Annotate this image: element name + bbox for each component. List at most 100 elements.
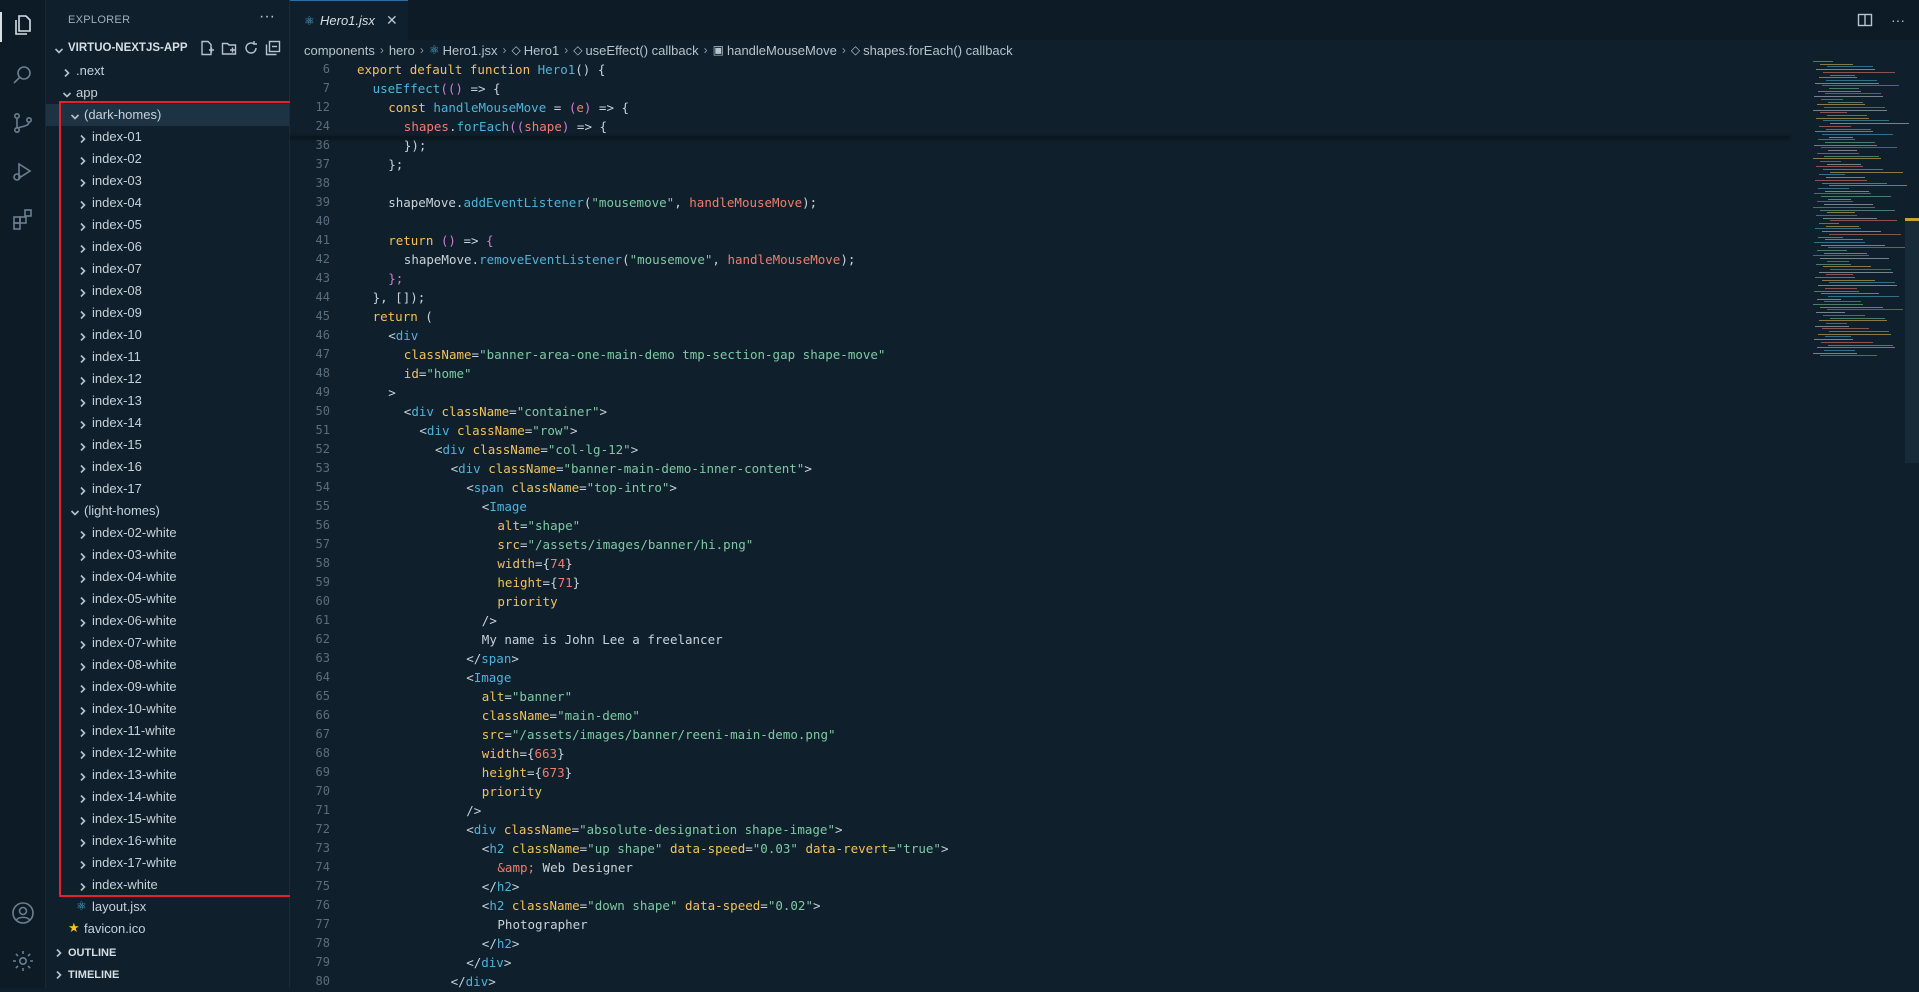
code-token: </: [481, 879, 497, 894]
code-text: alt="banner": [482, 689, 572, 704]
source-control-icon[interactable]: [10, 110, 36, 136]
minimap-line: [1827, 309, 1903, 311]
tree-item[interactable]: index-11-white: [46, 720, 289, 742]
breadcrumb-item[interactable]: useEffect() callback: [585, 43, 698, 58]
tree-item[interactable]: index-01: [46, 126, 289, 148]
code-text: shapes.forEach((shape) => {: [404, 119, 607, 134]
code-line: 47 className="banner-area-one-main-demo t…: [290, 346, 1790, 365]
tree-item[interactable]: index-12: [46, 368, 289, 390]
tree-item[interactable]: index-10-white: [46, 698, 289, 720]
chevron-right-icon: [78, 792, 88, 807]
new-file-icon[interactable]: [199, 40, 215, 56]
tree-item[interactable]: index-white: [46, 874, 289, 896]
code-token: => {: [569, 119, 608, 134]
code-token: (): [440, 233, 456, 248]
code-token: "/assets/images/banner/reeni-main-demo.p…: [511, 727, 836, 742]
minimap-line: [1817, 201, 1853, 203]
breadcrumb-item[interactable]: Hero1.jsx: [443, 43, 498, 58]
tree-item[interactable]: index-05-white: [46, 588, 289, 610]
tree-item[interactable]: index-06: [46, 236, 289, 258]
tree-item-label: index-15: [92, 437, 142, 452]
tree-item[interactable]: index-04: [46, 192, 289, 214]
tree-item[interactable]: index-07: [46, 258, 289, 280]
minimap-line: [1819, 77, 1857, 79]
minimap[interactable]: [1807, 61, 1919, 381]
line-number: 6: [322, 62, 330, 76]
collapse-all-icon[interactable]: [265, 40, 281, 56]
tree-item[interactable]: index-15-white: [46, 808, 289, 830]
more-actions-icon[interactable]: ···: [259, 8, 275, 26]
code-text: <div className="container">: [404, 404, 607, 419]
tree-item[interactable]: index-16-white: [46, 830, 289, 852]
tree-item[interactable]: app: [46, 82, 289, 104]
minimap-line: [1820, 63, 1853, 65]
project-root-row[interactable]: VIRTUO-NEXTJS-APP: [46, 38, 289, 60]
minimap-line: [1813, 352, 1857, 354]
section-timeline[interactable]: TIMELINE: [46, 964, 289, 986]
tree-item[interactable]: ⚛ layout.jsx: [46, 896, 289, 918]
chevron-right-icon: ›: [379, 43, 384, 57]
code-token: ): [455, 81, 463, 96]
tree-item[interactable]: index-09-white: [46, 676, 289, 698]
tree-item[interactable]: ★ favicon.ico: [46, 918, 289, 940]
section-outline[interactable]: OUTLINE: [46, 942, 289, 964]
refresh-icon[interactable]: [243, 40, 259, 56]
tree-item-label: index-16: [92, 459, 142, 474]
close-icon[interactable]: ✕: [386, 12, 398, 29]
tree-item[interactable]: index-17: [46, 478, 289, 500]
tree-item[interactable]: index-06-white: [46, 610, 289, 632]
tree-item[interactable]: .next: [46, 60, 289, 82]
minimap-line: [1828, 150, 1857, 152]
tab-hero1[interactable]: ⚛ Hero1.jsx ✕: [290, 0, 408, 41]
scrollbar-thumb[interactable]: [1905, 218, 1919, 463]
search-icon[interactable]: [10, 62, 36, 88]
tree-item[interactable]: index-04-white: [46, 566, 289, 588]
tree-item[interactable]: index-13-white: [46, 764, 289, 786]
breadcrumb-item[interactable]: components: [304, 43, 375, 58]
tree-item[interactable]: index-13: [46, 390, 289, 412]
tree-item[interactable]: index-08: [46, 280, 289, 302]
breadcrumb-item[interactable]: Hero1: [524, 43, 559, 58]
tree-item[interactable]: index-02: [46, 148, 289, 170]
tree-item[interactable]: index-09: [46, 302, 289, 324]
tree-item[interactable]: index-10: [46, 324, 289, 346]
tree-item[interactable]: index-03: [46, 170, 289, 192]
run-debug-icon[interactable]: [10, 158, 36, 184]
code-token: >: [804, 461, 812, 476]
tree-item[interactable]: index-02-white: [46, 522, 289, 544]
account-icon[interactable]: [10, 900, 36, 926]
minimap-line: [1821, 196, 1891, 197]
explorer-files-icon[interactable]: [10, 12, 36, 38]
breadcrumb-item[interactable]: hero: [389, 43, 415, 58]
tree-item[interactable]: (light-homes): [46, 500, 289, 522]
line-number: 40: [315, 214, 330, 228]
tree-item[interactable]: index-05: [46, 214, 289, 236]
tree-item[interactable]: index-08-white: [46, 654, 289, 676]
tree-item[interactable]: index-12-white: [46, 742, 289, 764]
extensions-icon[interactable]: [10, 206, 36, 232]
split-editor-icon[interactable]: [1857, 12, 1873, 28]
code-token: data-speed: [669, 841, 746, 856]
tree-item[interactable]: index-03-white: [46, 544, 289, 566]
code-editor[interactable]: 6 export default function Hero1() {7 useEf…: [290, 61, 1919, 989]
tree-item[interactable]: index-14-white: [46, 786, 289, 808]
new-folder-icon[interactable]: [221, 40, 237, 56]
minimap-line: [1824, 155, 1879, 157]
tree-item[interactable]: index-15: [46, 434, 289, 456]
settings-gear-icon[interactable]: [10, 948, 36, 974]
code-line: 44}, []);: [290, 289, 1790, 308]
more-actions-icon[interactable]: ···: [1891, 12, 1905, 28]
tree-item[interactable]: (dark-homes): [46, 104, 289, 126]
tab-bar: ⚛ Hero1.jsx ✕ ···: [290, 0, 1919, 41]
breadcrumb-item[interactable]: shapes.forEach() callback: [863, 43, 1013, 58]
code-token: className: [511, 841, 580, 856]
tree-item[interactable]: index-14: [46, 412, 289, 434]
tree-item[interactable]: index-11: [46, 346, 289, 368]
tree-item[interactable]: index-16: [46, 456, 289, 478]
project-title: VIRTUO-NEXTJS-APP: [68, 42, 188, 54]
code-token: Image: [489, 499, 527, 514]
minimap-line: [1826, 177, 1865, 179]
breadcrumb-item[interactable]: handleMouseMove: [727, 43, 837, 58]
tree-item[interactable]: index-07-white: [46, 632, 289, 654]
tree-item[interactable]: index-17-white: [46, 852, 289, 874]
